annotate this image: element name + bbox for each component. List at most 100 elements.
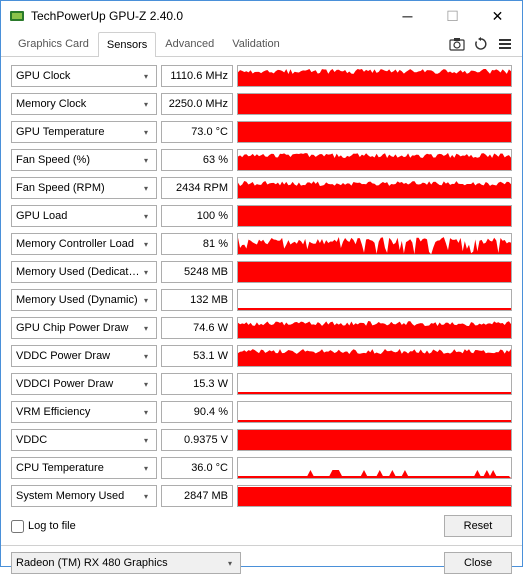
sensor-label-dropdown[interactable]: VDDCI Power Draw▾ [11,373,157,395]
sensor-label-dropdown[interactable]: GPU Clock▾ [11,65,157,87]
sensor-row-cpu-temperature: CPU Temperature▾36.0 °C [11,455,512,481]
app-icon [9,8,25,24]
sensor-row-vddci-power-draw: VDDCI Power Draw▾15.3 W [11,371,512,397]
menu-icon[interactable] [496,35,514,53]
close-window-button[interactable]: ✕ [475,2,520,30]
minimize-button[interactable]: ─ [385,2,430,30]
sensor-label: VDDC [16,434,144,446]
sensor-label-dropdown[interactable]: Memory Used (Dedicated)▾ [11,261,157,283]
screenshot-icon[interactable] [448,35,466,53]
chevron-down-icon: ▾ [144,436,152,445]
sensor-row-vddc: VDDC▾0.9375 V [11,427,512,453]
maximize-button[interactable]: ☐ [430,2,475,30]
refresh-icon[interactable] [472,35,490,53]
sensor-value[interactable]: 1110.6 MHz [161,65,233,87]
sensor-graph[interactable] [237,401,512,423]
log-to-file-checkbox[interactable]: Log to file [11,520,76,533]
sensor-label: System Memory Used [16,490,144,502]
sensor-row-vrm-efficiency: VRM Efficiency▾90.4 % [11,399,512,425]
sensor-label: Memory Clock [16,98,144,110]
sensor-value[interactable]: 73.0 °C [161,121,233,143]
sensor-graph[interactable] [237,485,512,507]
sensor-graph[interactable] [237,289,512,311]
sensor-value[interactable]: 5248 MB [161,261,233,283]
sensor-graph[interactable] [237,93,512,115]
sensor-value[interactable]: 53.1 W [161,345,233,367]
sensor-value[interactable]: 90.4 % [161,401,233,423]
sensor-row-fan-speed-: Fan Speed (%)▾63 % [11,147,512,173]
sensor-value[interactable]: 63 % [161,149,233,171]
chevron-down-icon: ▾ [144,212,152,221]
chevron-down-icon: ▾ [144,240,152,249]
sensor-value[interactable]: 36.0 °C [161,457,233,479]
gpu-select[interactable]: Radeon (TM) RX 480 Graphics ▾ [11,552,241,574]
sensor-row-system-memory-used: System Memory Used▾2847 MB [11,483,512,509]
sensor-label-dropdown[interactable]: VDDC Power Draw▾ [11,345,157,367]
sensor-graph[interactable] [237,317,512,339]
sensor-graph[interactable] [237,121,512,143]
chevron-down-icon: ▾ [228,559,236,568]
sensor-label-dropdown[interactable]: Memory Clock▾ [11,93,157,115]
sensor-row-gpu-clock: GPU Clock▾1110.6 MHz [11,63,512,89]
sensor-row-fan-speed-rpm-: Fan Speed (RPM)▾2434 RPM [11,175,512,201]
sensor-graph[interactable] [237,457,512,479]
sensor-row-memory-used-dynamic-: Memory Used (Dynamic)▾132 MB [11,287,512,313]
sensor-row-vddc-power-draw: VDDC Power Draw▾53.1 W [11,343,512,369]
sensor-value[interactable]: 2434 RPM [161,177,233,199]
sensor-row-memory-controller-load: Memory Controller Load▾81 % [11,231,512,257]
sensor-graph[interactable] [237,205,512,227]
tab-advanced[interactable]: Advanced [156,31,223,56]
chevron-down-icon: ▾ [144,408,152,417]
sensor-graph[interactable] [237,65,512,87]
sensor-label: GPU Chip Power Draw [16,322,144,334]
chevron-down-icon: ▾ [144,324,152,333]
sensor-label-dropdown[interactable]: Fan Speed (RPM)▾ [11,177,157,199]
sensor-graph[interactable] [237,345,512,367]
sensor-label-dropdown[interactable]: GPU Load▾ [11,205,157,227]
sensor-label-dropdown[interactable]: Memory Used (Dynamic)▾ [11,289,157,311]
sensor-graph[interactable] [237,261,512,283]
sensor-graph[interactable] [237,177,512,199]
chevron-down-icon: ▾ [144,128,152,137]
sensor-value[interactable]: 15.3 W [161,373,233,395]
sensor-graph[interactable] [237,373,512,395]
chevron-down-icon: ▾ [144,380,152,389]
sensor-value[interactable]: 81 % [161,233,233,255]
sensor-label-dropdown[interactable]: GPU Temperature▾ [11,121,157,143]
sensor-label-dropdown[interactable]: Memory Controller Load▾ [11,233,157,255]
chevron-down-icon: ▾ [144,296,152,305]
sensor-value[interactable]: 2250.0 MHz [161,93,233,115]
reset-button[interactable]: Reset [444,515,512,537]
sensor-row-gpu-chip-power-draw: GPU Chip Power Draw▾74.6 W [11,315,512,341]
sensor-label: VDDC Power Draw [16,350,144,362]
sensor-graph[interactable] [237,429,512,451]
chevron-down-icon: ▾ [144,72,152,81]
sensor-value[interactable]: 100 % [161,205,233,227]
close-button[interactable]: Close [444,552,512,574]
chevron-down-icon: ▾ [144,268,152,277]
sensor-label: Fan Speed (RPM) [16,182,144,194]
tab-graphics-card[interactable]: Graphics Card [9,31,98,56]
sensor-graph[interactable] [237,149,512,171]
chevron-down-icon: ▾ [144,100,152,109]
sensor-value[interactable]: 132 MB [161,289,233,311]
tab-validation[interactable]: Validation [223,31,289,56]
sensor-row-gpu-temperature: GPU Temperature▾73.0 °C [11,119,512,145]
sensor-label-dropdown[interactable]: GPU Chip Power Draw▾ [11,317,157,339]
sensor-label-dropdown[interactable]: System Memory Used▾ [11,485,157,507]
sensor-label-dropdown[interactable]: VRM Efficiency▾ [11,401,157,423]
sensor-row-memory-used-dedicated-: Memory Used (Dedicated)▾5248 MB [11,259,512,285]
sensor-label-dropdown[interactable]: CPU Temperature▾ [11,457,157,479]
sensor-value[interactable]: 0.9375 V [161,429,233,451]
sensor-label-dropdown[interactable]: VDDC▾ [11,429,157,451]
sensor-label: GPU Load [16,210,144,222]
gpu-select-value: Radeon (TM) RX 480 Graphics [16,557,228,569]
sensor-value[interactable]: 2847 MB [161,485,233,507]
sensor-label: Fan Speed (%) [16,154,144,166]
sensor-value[interactable]: 74.6 W [161,317,233,339]
sensor-label: GPU Clock [16,70,144,82]
sensor-label-dropdown[interactable]: Fan Speed (%)▾ [11,149,157,171]
tab-sensors[interactable]: Sensors [98,32,156,57]
sensor-graph[interactable] [237,233,512,255]
chevron-down-icon: ▾ [144,184,152,193]
